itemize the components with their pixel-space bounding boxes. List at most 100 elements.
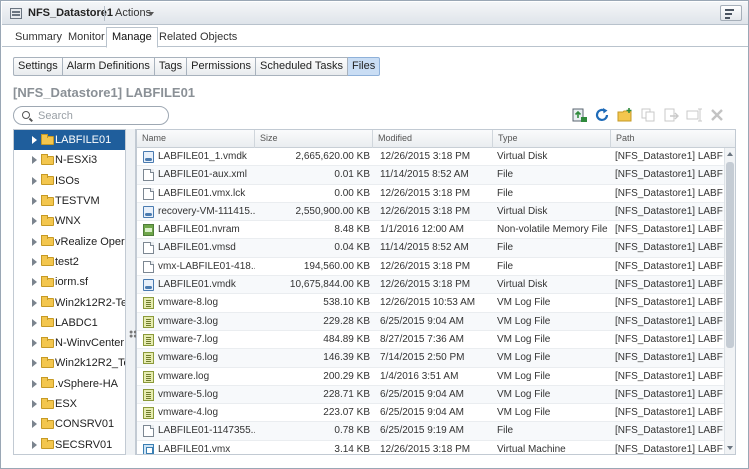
table-row[interactable]: LABFILE01.vmdk 10,675,844.00 KB 12/26/2015… xyxy=(137,276,725,295)
scroll-thumb[interactable] xyxy=(726,162,734,348)
expand-arrow-icon[interactable] xyxy=(32,359,37,368)
folder-icon xyxy=(41,153,54,165)
delete-icon[interactable] xyxy=(709,107,726,123)
virtual-disk-icon xyxy=(143,279,154,292)
scroll-up-icon[interactable] xyxy=(727,152,733,156)
subtab-alarm-definitions[interactable]: Alarm Definitions xyxy=(62,57,155,76)
search-input[interactable] xyxy=(38,109,163,122)
table-row[interactable]: vmware-6.log 146.39 KB 7/14/2015 2:50 PM VM… xyxy=(137,349,725,368)
column-header-path[interactable]: Path xyxy=(611,130,735,148)
title-bar: NFS_Datastore1 Actions xyxy=(2,2,748,25)
vertical-scrollbar[interactable] xyxy=(724,148,735,454)
tree-item[interactable]: LABDC1 xyxy=(14,313,136,333)
tree-item[interactable]: Win2k12R2_Ten xyxy=(14,353,136,373)
expand-arrow-icon[interactable] xyxy=(32,420,37,429)
table-row[interactable]: vmware-3.log 229.28 KB 6/25/2015 9:04 AM VM… xyxy=(137,312,725,331)
expand-arrow-icon[interactable] xyxy=(32,257,37,266)
table-row[interactable]: vmware-5.log 228.71 KB 6/25/2015 9:04 AM VM… xyxy=(137,385,725,405)
column-header-modified[interactable]: Modified xyxy=(373,130,493,148)
tree-item[interactable]: iorm.sf xyxy=(14,272,136,292)
table-row[interactable]: LABFILE01-1147355... 0.78 KB 6/25/2015 9:1… xyxy=(137,422,725,441)
table-row[interactable]: vmware-7.log 484.89 KB 8/27/2015 7:36 AM VM… xyxy=(137,331,725,350)
tree-item[interactable]: N-WinvCenter xyxy=(14,333,136,353)
tree-item[interactable]: ESX xyxy=(14,394,136,414)
tree-item[interactable]: vRealize Operatic xyxy=(14,231,136,251)
cell-type: VM Log File xyxy=(497,388,551,400)
actions-menu[interactable]: Actions xyxy=(115,7,151,19)
column-header-name[interactable]: Name xyxy=(137,130,255,148)
subtab-scheduled-tasks[interactable]: Scheduled Tasks xyxy=(256,57,349,76)
cell-type: File xyxy=(497,169,514,181)
table-row[interactable]: recovery-VM-111415... 2,550,900.00 KB 12/2… xyxy=(137,202,725,222)
cell-size: 10,675,844.00 KB xyxy=(289,279,370,291)
copy-icon[interactable] xyxy=(640,107,657,123)
panel-menu-button[interactable] xyxy=(720,5,742,21)
cell-name: vmware.log xyxy=(158,370,210,382)
title-separator xyxy=(104,6,105,21)
folder-icon xyxy=(41,133,54,145)
upload-file-icon[interactable] xyxy=(571,107,588,123)
subtab-settings[interactable]: Settings xyxy=(13,57,63,76)
tab-manage[interactable]: Manage xyxy=(106,27,158,48)
tree-item[interactable]: Win2k12R2-Tem xyxy=(14,292,136,312)
tree-item[interactable]: N-ESXi3 xyxy=(14,150,136,170)
expand-arrow-icon[interactable] xyxy=(32,197,37,206)
expand-arrow-icon[interactable] xyxy=(32,318,37,327)
table-row[interactable]: LABFILE01.vmx 3.14 KB 12/26/2015 3:18 PM Vi… xyxy=(137,441,725,455)
tree-item[interactable]: test2 xyxy=(14,252,136,272)
table-row[interactable]: LABFILE01_1.vmdk 2,665,620.00 KB 12/26/201… xyxy=(137,148,725,167)
expand-arrow-icon[interactable] xyxy=(32,298,37,307)
column-header-type[interactable]: Type xyxy=(493,130,611,148)
expand-arrow-icon[interactable] xyxy=(32,176,37,185)
expand-arrow-icon[interactable] xyxy=(32,217,37,226)
expand-arrow-icon[interactable] xyxy=(32,156,37,165)
expand-arrow-icon[interactable] xyxy=(32,339,37,348)
table-row[interactable]: vmware-4.log 223.07 KB 6/25/2015 9:04 AM VM… xyxy=(137,404,725,423)
cell-name: vmware-6.log xyxy=(158,352,219,364)
tree-item[interactable]: CONSRV01 xyxy=(14,414,136,434)
cell-name: recovery-VM-111415... xyxy=(158,205,255,217)
tree-item[interactable]: TESTVM xyxy=(14,191,136,211)
cell-size: 3.14 KB xyxy=(334,443,370,455)
subtab-tags[interactable]: Tags xyxy=(154,57,188,76)
tab-summary[interactable]: Summary xyxy=(10,29,67,47)
tree-item[interactable]: .vSphere-HA xyxy=(14,374,136,394)
expand-arrow-icon[interactable] xyxy=(32,379,37,388)
tree-item[interactable]: SECSRV01 xyxy=(14,434,136,454)
table-row[interactable]: vmware.log 200.29 KB 1/4/2016 3:51 AM VM Lo… xyxy=(137,368,725,386)
subtab-permissions[interactable]: Permissions xyxy=(187,57,257,76)
subtab-files[interactable]: Files xyxy=(348,57,381,76)
search-box[interactable] xyxy=(13,106,169,125)
cell-type: VM Log File xyxy=(497,297,551,309)
cell-modified: 1/4/2016 3:51 AM xyxy=(380,370,459,382)
expand-arrow-icon[interactable] xyxy=(32,440,37,449)
table-row[interactable]: LABFILE01.vmsd 0.04 KB 11/14/2015 8:52 AM F… xyxy=(137,239,725,258)
expand-arrow-icon[interactable] xyxy=(32,237,37,246)
cell-name: LABFILE01-aux.xml xyxy=(158,169,247,181)
scroll-down-icon[interactable] xyxy=(727,446,733,450)
tree-item[interactable]: WNX xyxy=(14,211,136,231)
rename-icon[interactable] xyxy=(686,107,703,123)
file-toolbar xyxy=(571,107,726,123)
expand-arrow-icon[interactable] xyxy=(32,136,37,145)
chevron-down-icon[interactable] xyxy=(148,12,154,16)
expand-arrow-icon[interactable] xyxy=(32,400,37,408)
new-folder-icon[interactable] xyxy=(617,107,634,123)
cell-type: File xyxy=(497,242,514,254)
virtual-machine-icon xyxy=(143,443,154,454)
column-header-size[interactable]: Size xyxy=(255,130,373,148)
table-row[interactable]: vmx-LABFILE01-418... 194,560.00 KB 12/26/2… xyxy=(137,258,725,277)
tree-item[interactable]: ISOs xyxy=(14,171,136,191)
move-icon[interactable] xyxy=(663,107,680,123)
table-row[interactable]: vmware-8.log 538.10 KB 12/26/2015 10:53 AM… xyxy=(137,294,725,313)
table-row[interactable]: LABFILE01-aux.xml 0.01 KB 11/14/2015 8:52 … xyxy=(137,166,725,185)
pane-splitter[interactable]: ●● ●● xyxy=(125,129,137,455)
cell-size: 2,665,620.00 KB xyxy=(295,151,370,162)
table-row[interactable]: LABFILE01.nvram 8.48 KB 1/1/2016 12:00 AM N… xyxy=(137,221,725,240)
tree-item[interactable]: LABFILE01 xyxy=(14,130,136,151)
tab-related-objects[interactable]: Related Objects xyxy=(154,29,242,47)
tab-monitor[interactable]: Monitor xyxy=(63,29,110,47)
expand-arrow-icon[interactable] xyxy=(32,278,37,287)
refresh-icon[interactable] xyxy=(594,107,611,123)
table-row[interactable]: LABFILE01.vmx.lck 0.00 KB 12/26/2015 3:18 … xyxy=(137,185,725,203)
